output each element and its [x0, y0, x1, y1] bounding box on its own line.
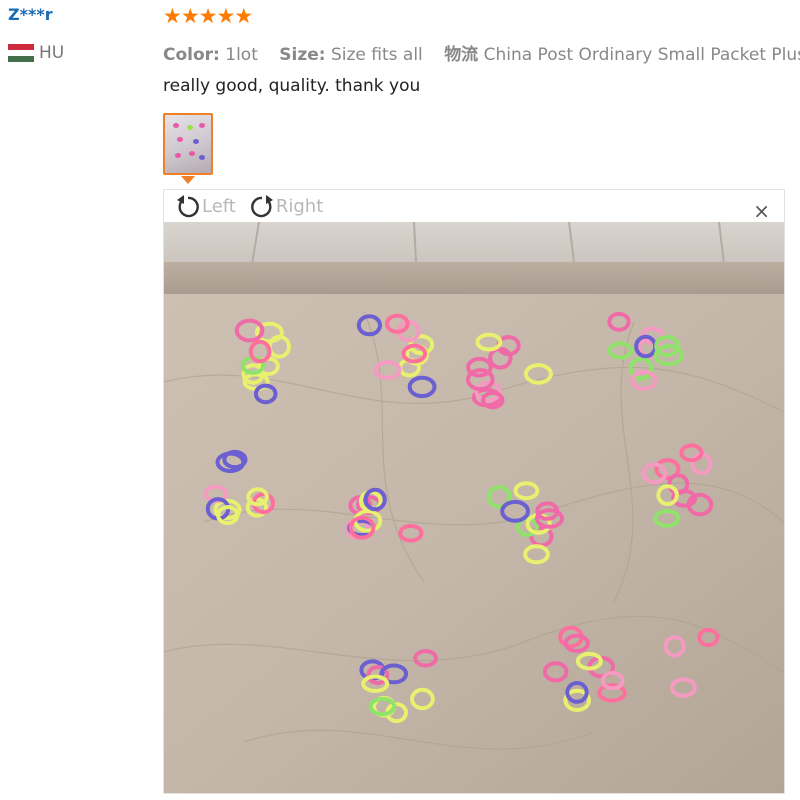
review-photo-thumbnail[interactable]: [163, 113, 213, 175]
rotate-left-button[interactable]: Left: [174, 192, 236, 220]
shipping-label: 物流: [444, 45, 479, 65]
close-viewer-button[interactable]: ×: [753, 199, 770, 223]
reviewer-country: HU: [8, 43, 64, 63]
rotate-right-label: Right: [275, 195, 324, 217]
review-photo-image: [164, 222, 784, 793]
star-icon: ★: [234, 4, 254, 28]
rating-stars: ★ ★ ★ ★ ★: [163, 3, 254, 29]
country-code: HU: [39, 43, 65, 63]
star-icon: ★: [163, 4, 182, 28]
shipping-value: China Post Ordinary Small Packet Plus: [483, 45, 800, 65]
viewer-toolbar: Left Right: [174, 192, 335, 220]
size-label: Size:: [279, 45, 326, 65]
rotate-right-icon: [250, 195, 273, 218]
reviewer-name: Z***r: [8, 5, 53, 24]
size-value: Size fits all: [330, 45, 423, 65]
color-label: Color:: [163, 45, 220, 65]
color-value: 1lot: [225, 45, 258, 65]
star-icon: ★: [198, 4, 218, 28]
star-icon: ★: [180, 4, 200, 28]
image-viewer: Left Right ×: [163, 189, 785, 794]
review-photo: [164, 222, 784, 793]
rotate-right-button[interactable]: Right: [248, 192, 323, 220]
thumbnail-pointer: [181, 176, 195, 184]
hungary-flag-icon: [8, 44, 34, 62]
review-text: really good, quality. thank you: [163, 76, 421, 96]
rotate-left-icon: [177, 195, 199, 218]
star-icon: ★: [216, 4, 236, 28]
order-info: Color: 1lot Size: Size fits all 物流 China…: [163, 40, 800, 65]
rotate-left-label: Left: [202, 195, 236, 217]
